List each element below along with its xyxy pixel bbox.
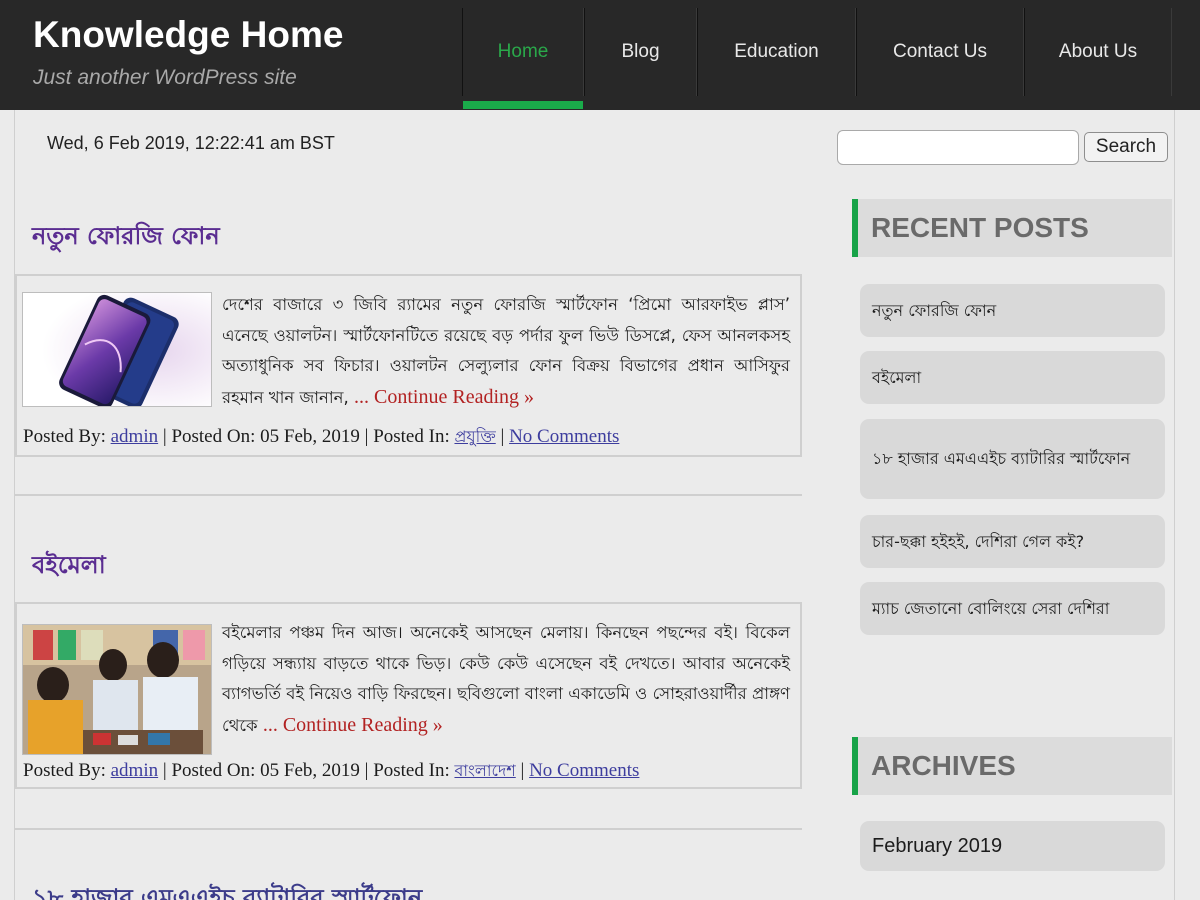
smartphone-image (23, 293, 211, 406)
site-header: Knowledge Home Just another WordPress si… (0, 0, 1200, 110)
recent-posts-title: RECENT POSTS (852, 199, 1172, 257)
category-link[interactable]: প্রযুক্তি (454, 427, 495, 446)
post-title[interactable]: ১৮ হাজার এমএএইচ ব্যাটারির স্মার্টফোন (32, 880, 422, 900)
comments-link[interactable]: No Comments (529, 760, 639, 781)
category-link[interactable]: বাংলাদেশ (454, 761, 515, 780)
archive-item[interactable]: February 2019 (860, 821, 1165, 871)
nav-item-blog[interactable]: Blog (584, 8, 697, 96)
current-datetime: Wed, 6 Feb 2019, 12:22:41 am BST (47, 133, 335, 153)
post-card: দেশের বাজারে ৩ জিবি র‍্যামের নতুন ফোরজি … (15, 274, 802, 457)
post-title[interactable]: বইমেলা (32, 547, 106, 587)
site-tagline: Just another WordPress site (33, 66, 297, 89)
comments-link[interactable]: No Comments (509, 426, 619, 447)
book-fair-image (23, 625, 211, 754)
recent-post-item[interactable]: ১৮ হাজার এমএএইচ ব্যাটারির স্মার্টফোন (860, 419, 1165, 499)
recent-post-item[interactable]: নতুন ফোরজি ফোন (860, 284, 1165, 337)
post-date: 05 Feb, 2019 (260, 760, 360, 781)
author-link[interactable]: admin (111, 760, 159, 781)
post-thumbnail-book-fair[interactable] (22, 624, 212, 755)
post-excerpt: দেশের বাজারে ৩ জিবি র‍্যামের নতুন ফোরজি … (222, 295, 790, 408)
content-frame-right (1174, 110, 1175, 900)
recent-post-item[interactable]: ম্যাচ জেতানো বোলিংয়ে সেরা দেশিরা (860, 582, 1165, 635)
archives-title: ARCHIVES (852, 737, 1172, 795)
main-nav: Home Blog Education Contact Us About Us (462, 8, 1172, 110)
search-button[interactable]: Search (1084, 132, 1168, 162)
nav-item-home[interactable]: Home (462, 8, 584, 109)
post-card: বইমেলার পঞ্চম দিন আজ। অনেকেই আসছেন মেলায… (15, 602, 802, 789)
recent-post-item[interactable]: চার-ছক্কা হইহই, দেশিরা গেল কই? (860, 515, 1165, 568)
post-date: 05 Feb, 2019 (260, 426, 360, 447)
recent-post-item[interactable]: বইমেলা (860, 351, 1165, 404)
continue-reading-link[interactable]: ... Continue Reading » (354, 386, 534, 408)
site-title[interactable]: Knowledge Home (33, 14, 343, 56)
post-meta: Posted By: admin | Posted On: 05 Feb, 20… (23, 760, 640, 781)
author-link[interactable]: admin (111, 426, 159, 447)
nav-item-education[interactable]: Education (697, 8, 856, 96)
post-thumbnail-phone[interactable] (22, 292, 212, 407)
post-meta: Posted By: admin | Posted On: 05 Feb, 20… (23, 426, 620, 447)
nav-item-about-us[interactable]: About Us (1024, 8, 1172, 96)
post-divider (15, 828, 802, 830)
post-divider (15, 494, 802, 496)
post-excerpt: বইমেলার পঞ্চম দিন আজ। অনেকেই আসছেন মেলায… (222, 623, 790, 736)
continue-reading-link[interactable]: ... Continue Reading » (263, 714, 443, 736)
post-title[interactable]: নতুন ফোরজি ফোন (32, 218, 220, 258)
nav-item-contact-us[interactable]: Contact Us (856, 8, 1024, 96)
search-input[interactable] (837, 130, 1079, 165)
